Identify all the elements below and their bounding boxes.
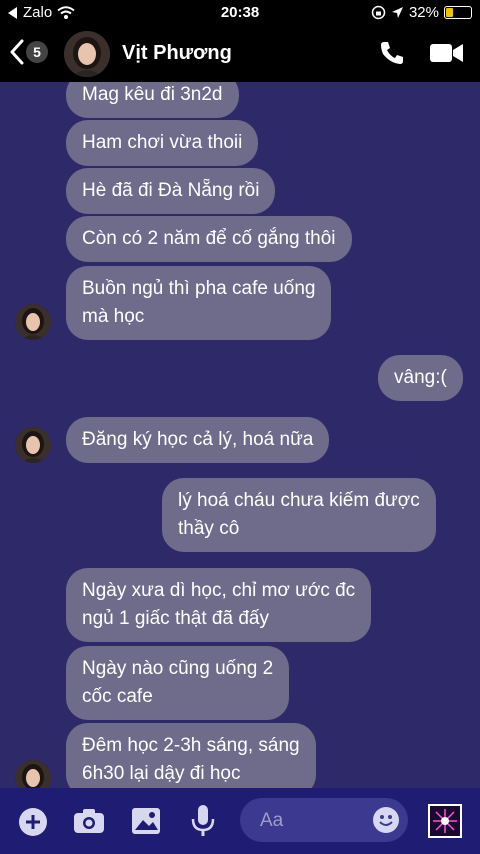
chevron-left-icon xyxy=(10,39,24,65)
unread-count-badge: 5 xyxy=(26,41,48,63)
video-camera-icon[interactable] xyxy=(430,42,464,64)
message-bubble[interactable]: Hè đã đi Đà Nẵng rồi xyxy=(66,168,276,214)
sender-avatar[interactable] xyxy=(15,760,51,788)
message-bubble[interactable]: Buồn ngủ thì pha cafe uống mà học xyxy=(66,266,332,340)
sender-avatar[interactable] xyxy=(15,427,51,463)
message-bubble[interactable]: Ngày nào cũng uống 2 cốc cafe xyxy=(66,646,290,720)
phone-icon[interactable] xyxy=(378,39,406,67)
contact-name[interactable]: Vịt Phương xyxy=(122,42,232,65)
sender-avatar[interactable] xyxy=(15,304,51,340)
chat-header: 5 Vịt Phương xyxy=(0,26,480,82)
battery-percent: 32% xyxy=(408,4,439,21)
message-bubble[interactable]: Ngày xưa dì học, chỉ mơ ước đc ngủ 1 giấ… xyxy=(66,568,372,642)
camera-icon[interactable] xyxy=(73,808,105,834)
composer-bar: Aa xyxy=(0,788,480,854)
location-icon xyxy=(391,7,403,18)
message-list[interactable]: Mag kêu đi 3n2d Ham chơi vừa thoii Hè đã… xyxy=(0,82,480,788)
plus-icon[interactable] xyxy=(18,807,48,837)
message-bubble[interactable]: Mag kêu đi 3n2d xyxy=(66,82,239,118)
message-bubble[interactable]: Ham chơi vừa thoii xyxy=(66,120,259,166)
sticker-icon[interactable] xyxy=(428,804,462,838)
message-bubble[interactable]: lý hoá cháu chưa kiếm được thầy cô xyxy=(162,478,436,552)
contact-avatar[interactable] xyxy=(64,31,110,77)
microphone-icon[interactable] xyxy=(191,804,215,838)
message-input[interactable]: Aa xyxy=(240,798,408,842)
rotation-lock-icon xyxy=(371,5,386,20)
message-bubble[interactable]: Còn có 2 năm để cố gắng thôi xyxy=(66,216,352,262)
battery-icon xyxy=(444,6,472,19)
status-bar: Zalo 20:38 32% xyxy=(0,0,480,26)
back-button[interactable]: 5 xyxy=(10,39,48,65)
image-icon[interactable] xyxy=(131,807,161,835)
emoji-icon[interactable] xyxy=(372,806,400,834)
message-bubble[interactable]: vâng:( xyxy=(378,355,463,401)
message-bubble[interactable]: Đêm học 2-3h sáng, sáng 6h30 lại dậy đi … xyxy=(66,723,316,788)
message-bubble[interactable]: Đăng ký học cả lý, hoá nữa xyxy=(66,417,330,463)
message-input-placeholder: Aa xyxy=(260,810,284,831)
